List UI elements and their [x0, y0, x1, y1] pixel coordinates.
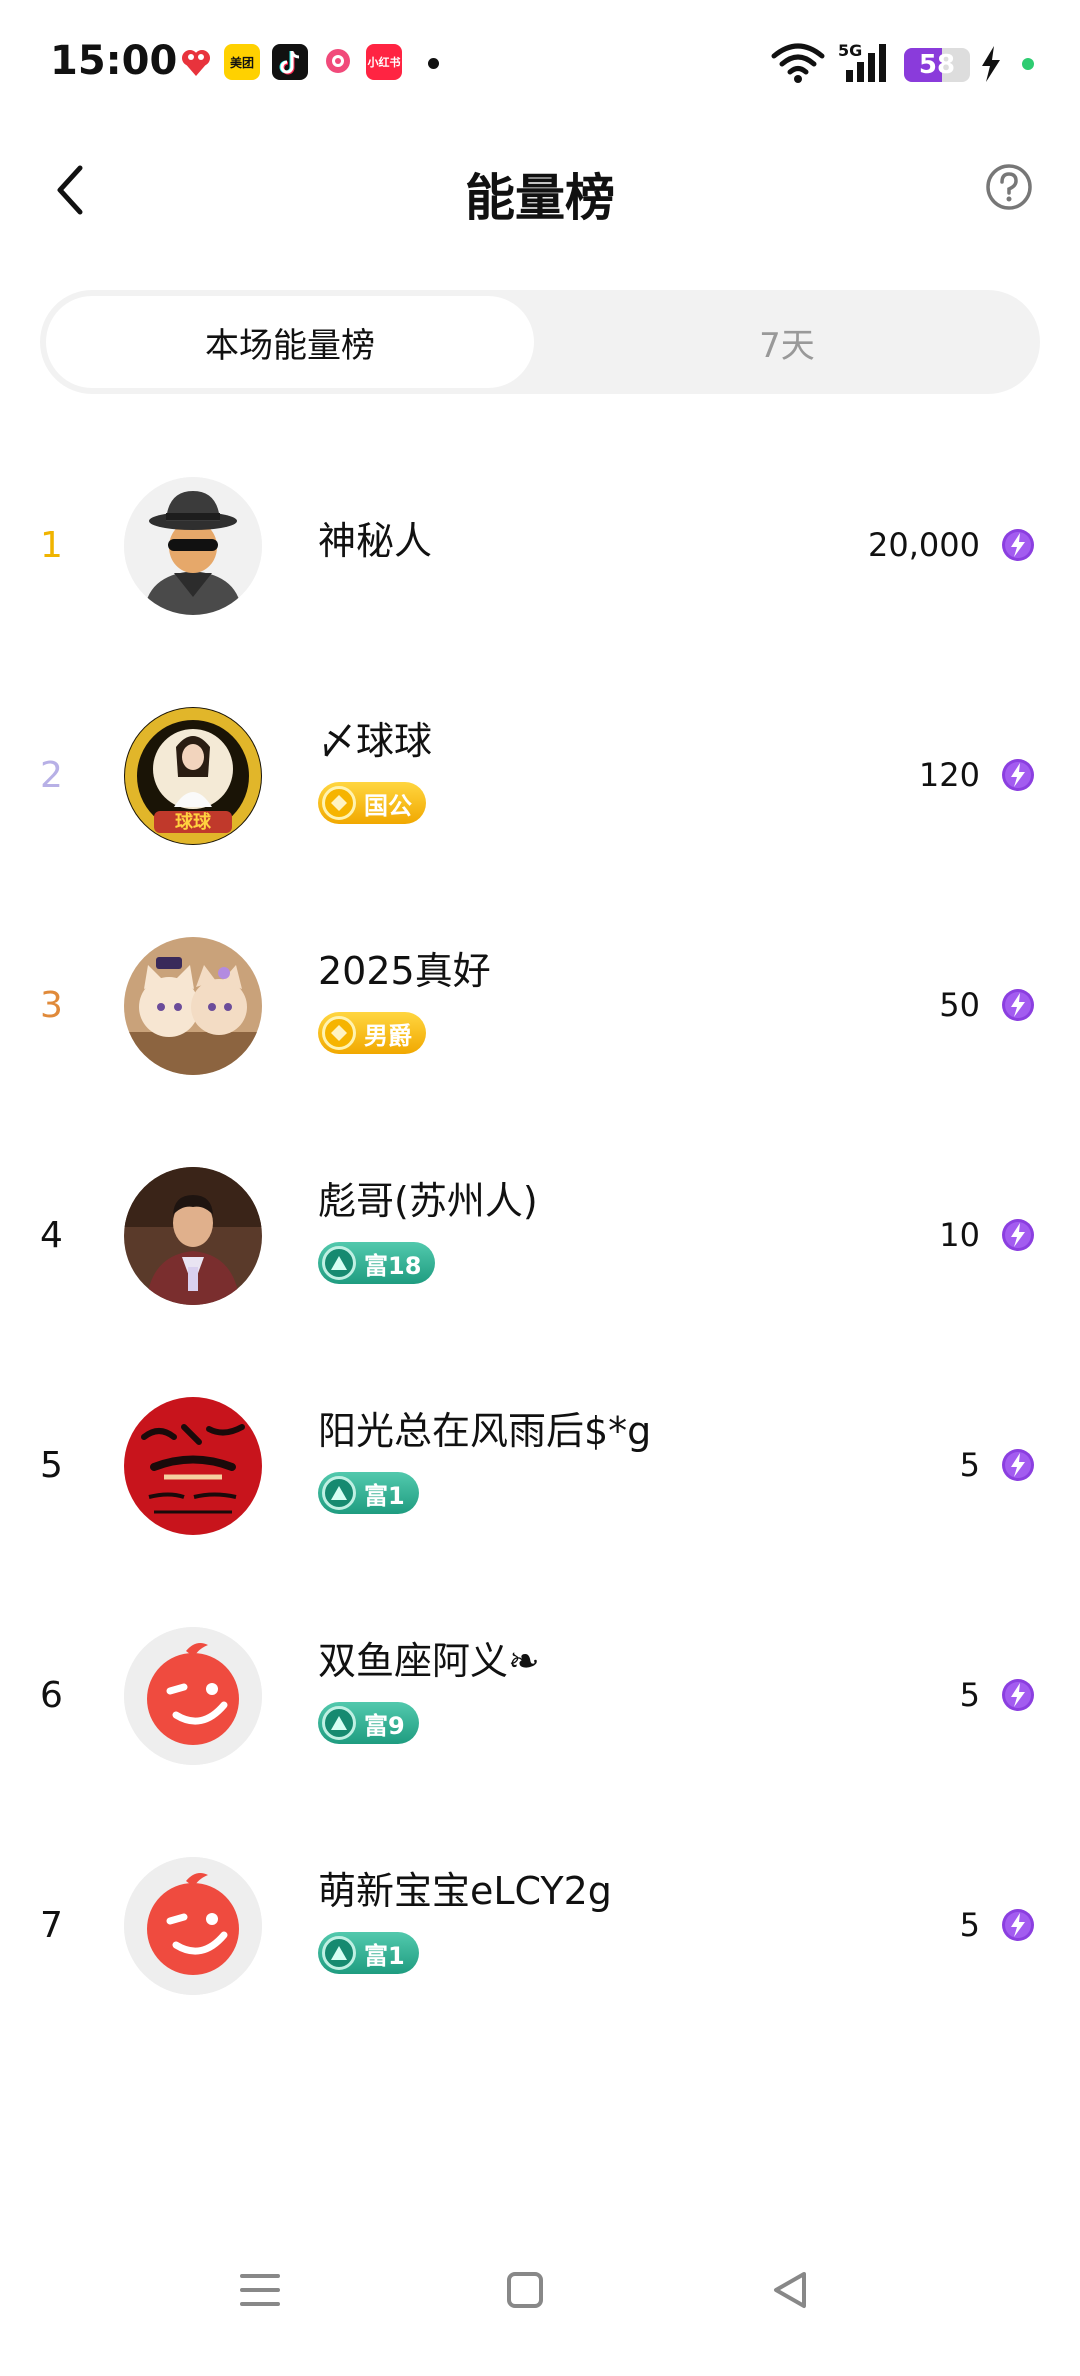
badge-label: 富9 [364, 1711, 405, 1740]
back-triangle-icon [774, 2272, 806, 2308]
wealth-level-badge: 富1 [318, 1472, 419, 1514]
energy-score: 50 [939, 986, 980, 1024]
privacy-indicator-dot [1022, 58, 1034, 70]
triangle-emblem-icon [322, 1476, 356, 1510]
ranking-row[interactable]: 5 阳光总在风雨后$*g 富1 5 [0, 1350, 1080, 1580]
ranking-row[interactable]: 3 2025真好 男爵 50 [0, 890, 1080, 1120]
rank-number: 6 [40, 1674, 63, 1716]
wealth-level-badge: 富1 [318, 1932, 419, 1974]
tab-current-session[interactable]: 本场能量榜 [46, 296, 534, 388]
tab-7-days[interactable]: 7天 [540, 296, 1034, 388]
ranking-row[interactable]: 7 萌新宝宝eLCY2g 富1 5 [0, 1810, 1080, 2040]
badge-label: 富1 [364, 1941, 405, 1970]
lightning-energy-icon [1002, 1679, 1034, 1711]
avatar [124, 1627, 262, 1765]
help-button[interactable] [984, 162, 1034, 212]
avatar [124, 937, 262, 1075]
badge-label: 男爵 [364, 1021, 412, 1050]
triangle-emblem-icon [322, 1246, 356, 1280]
meituan-app-icon: 美团 [224, 44, 260, 80]
wifi-icon [771, 43, 825, 83]
avatar [124, 477, 262, 615]
energy-score: 5 [959, 1906, 980, 1944]
lightning-energy-icon [1002, 529, 1034, 561]
system-nav-bar [0, 2240, 1080, 2340]
battery-level: 58 [918, 50, 956, 80]
user-name: 双鱼座阿义❧ [318, 1639, 540, 1683]
diamond-emblem-icon [322, 1016, 356, 1050]
triangle-emblem-icon [322, 1936, 356, 1970]
ranking-row[interactable]: 1 神秘人 20,000 [0, 430, 1080, 660]
lightning-energy-icon [1002, 1449, 1034, 1481]
rank-number: 1 [40, 524, 63, 566]
energy-score: 120 [918, 756, 980, 794]
game-app-icon [178, 44, 214, 80]
badge-label: 富18 [364, 1251, 422, 1280]
avatar [124, 1167, 262, 1305]
question-circle-icon [986, 164, 1032, 210]
user-name: 阳光总在风雨后$*g [318, 1409, 652, 1453]
signal-5g-icon: 5G [838, 41, 886, 82]
user-name: 萌新宝宝eLCY2g [318, 1869, 612, 1913]
avatar [124, 1857, 262, 1995]
badge-label: 富1 [364, 1481, 405, 1510]
lightning-energy-icon [1002, 1909, 1034, 1941]
chat-app-icon [320, 44, 356, 80]
badge-label: 国公 [364, 791, 412, 820]
avatar [124, 1397, 262, 1535]
rank-number: 5 [40, 1444, 63, 1486]
triangle-emblem-icon [322, 1706, 356, 1740]
menu-button[interactable] [230, 2260, 290, 2320]
lightning-energy-icon [1002, 759, 1034, 791]
user-name: 神秘人 [318, 519, 433, 563]
user-name: 2025真好 [318, 949, 491, 993]
xiaohongshu-app-icon: 小红书 [366, 44, 402, 80]
user-name: 彪哥(苏州人) [318, 1179, 538, 1223]
menu-icon [240, 2274, 280, 2306]
noble-rank-badge: 国公 [318, 782, 426, 824]
back-nav-button[interactable] [760, 2260, 820, 2320]
lightning-energy-icon [1002, 989, 1034, 1021]
rank-number: 4 [40, 1214, 63, 1256]
lightning-energy-icon [1002, 1219, 1034, 1251]
battery-indicator: 58 [904, 48, 970, 82]
charging-icon [982, 46, 1000, 82]
ranking-tabs: 本场能量榜 7天 [40, 290, 1040, 394]
status-bar: 15:00 美团 小红书 5G 58 [0, 0, 1080, 130]
rank-number: 3 [40, 984, 63, 1026]
avatar: 球球 [124, 707, 262, 845]
diamond-emblem-icon [322, 786, 356, 820]
energy-score: 5 [959, 1446, 980, 1484]
ranking-row[interactable]: 2 球球 〆球球 国公 120 [0, 660, 1080, 890]
rank-number: 2 [40, 754, 63, 796]
ranking-row[interactable]: 6 双鱼座阿义❧ 富9 5 [0, 1580, 1080, 1810]
energy-score: 20,000 [868, 526, 980, 564]
svg-text:球球: 球球 [175, 812, 212, 833]
energy-score: 5 [959, 1676, 980, 1714]
wealth-level-badge: 富9 [318, 1702, 419, 1744]
home-icon [507, 2272, 543, 2308]
page-title: 能量榜 [465, 169, 615, 227]
rank-number: 7 [40, 1904, 63, 1946]
home-button[interactable] [495, 2260, 555, 2320]
wealth-level-badge: 富18 [318, 1242, 436, 1284]
svg-text:5G: 5G [838, 41, 862, 60]
notification-dot [428, 58, 439, 69]
douyin-app-icon [272, 44, 308, 80]
ranking-row[interactable]: 4 彪哥(苏州人) 富18 10 [0, 1120, 1080, 1350]
energy-score: 10 [939, 1216, 980, 1254]
status-time: 15:00 [50, 38, 178, 84]
noble-rank-badge: 男爵 [318, 1012, 426, 1054]
user-name: 〆球球 [318, 719, 433, 763]
